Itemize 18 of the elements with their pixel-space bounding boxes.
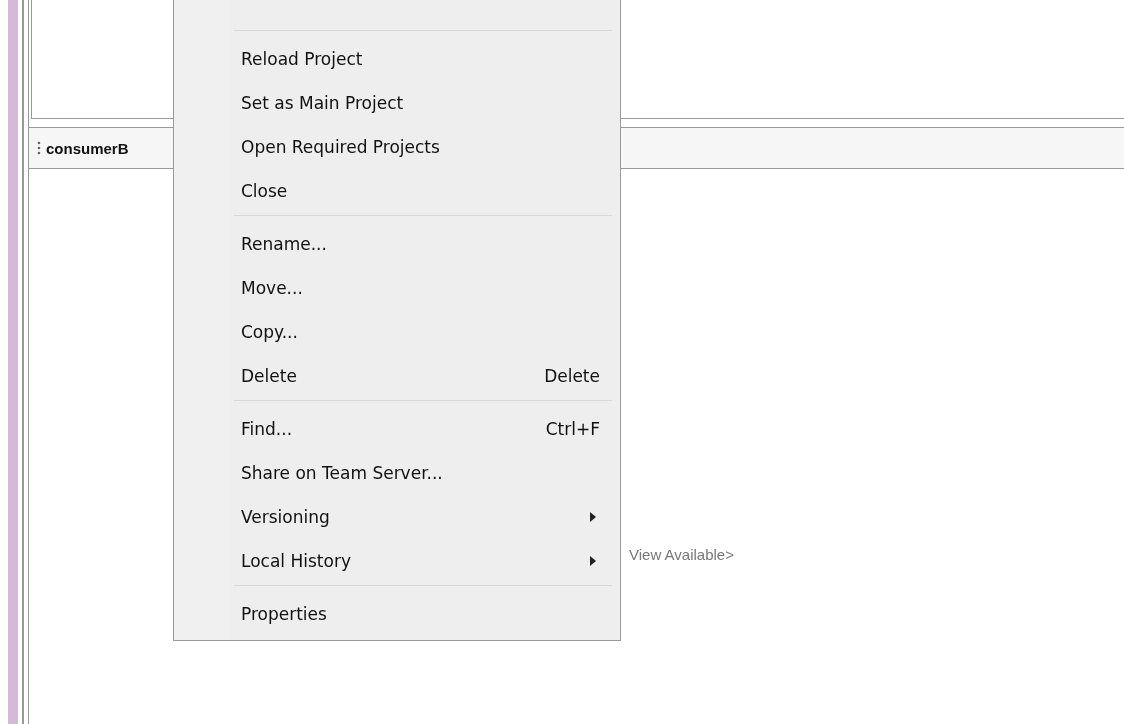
submenu-arrow-icon bbox=[590, 556, 596, 566]
menu-item[interactable]: Delete Delete bbox=[174, 354, 620, 398]
grip-icon bbox=[37, 141, 41, 155]
panel-title: consumerB bbox=[46, 139, 129, 157]
menu-item[interactable]: Copy... bbox=[174, 310, 620, 354]
menu-item[interactable]: Local History bbox=[174, 539, 620, 583]
menu-item[interactable]: Find... Ctrl+F bbox=[174, 407, 620, 451]
menu-item[interactable]: Reload Project bbox=[174, 37, 620, 81]
menu-item[interactable]: Set as Main Project bbox=[174, 81, 620, 125]
menu-item[interactable]: Close bbox=[174, 169, 620, 213]
empty-message: View Available> bbox=[629, 546, 734, 563]
menu-item[interactable]: Rename... bbox=[174, 222, 620, 266]
submenu-arrow-icon bbox=[590, 512, 596, 522]
menu-item[interactable]: Versioning bbox=[174, 495, 620, 539]
menu-item[interactable]: Properties bbox=[174, 592, 620, 636]
menu-item[interactable]: Share on Team Server... bbox=[174, 451, 620, 495]
menu-item[interactable]: Move... bbox=[174, 266, 620, 310]
menu-item[interactable]: Open Required Projects bbox=[174, 125, 620, 169]
